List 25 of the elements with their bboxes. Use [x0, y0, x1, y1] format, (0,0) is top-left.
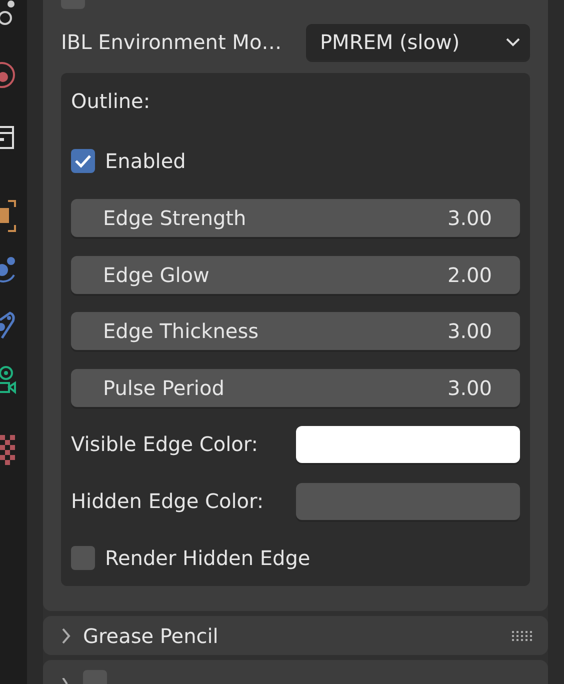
field-label: IBL Environment Mo…	[61, 30, 282, 54]
checkbox[interactable]	[71, 149, 95, 174]
color-swatch[interactable]	[296, 482, 520, 520]
checkmark-icon	[74, 153, 92, 170]
number-field[interactable]: Edge Thickness 3.00	[71, 312, 520, 350]
section-title: Outline:	[71, 89, 152, 113]
number-field[interactable]: Pulse Period 3.00	[71, 368, 520, 407]
color-swatch[interactable]	[296, 426, 520, 463]
particles-icon	[0, 0, 16, 28]
field-label: Visible Edge Color:	[71, 432, 258, 456]
checkbox-label: Render Hidden Edge	[105, 546, 310, 570]
number-field[interactable]: Edge Glow 2.00	[71, 256, 520, 294]
chevron-down-icon	[506, 38, 520, 46]
number-field[interactable]: Edge Strength 3.00	[71, 198, 520, 237]
panel-header[interactable]: Grease Pencil	[43, 616, 548, 656]
object-properties-icon	[0, 125, 14, 151]
constraint-icon	[0, 255, 16, 285]
chevron-right-icon	[61, 628, 71, 644]
dropdown[interactable]: PMREM (slow)	[306, 24, 530, 60]
drag-handle-icon[interactable]	[512, 630, 534, 641]
checkbox-label: Enabled	[105, 149, 186, 174]
field-label: Hidden Edge Color:	[71, 489, 264, 514]
checkbox[interactable]	[71, 546, 95, 570]
modifier-icon	[0, 200, 16, 232]
physics-icon	[0, 60, 16, 90]
